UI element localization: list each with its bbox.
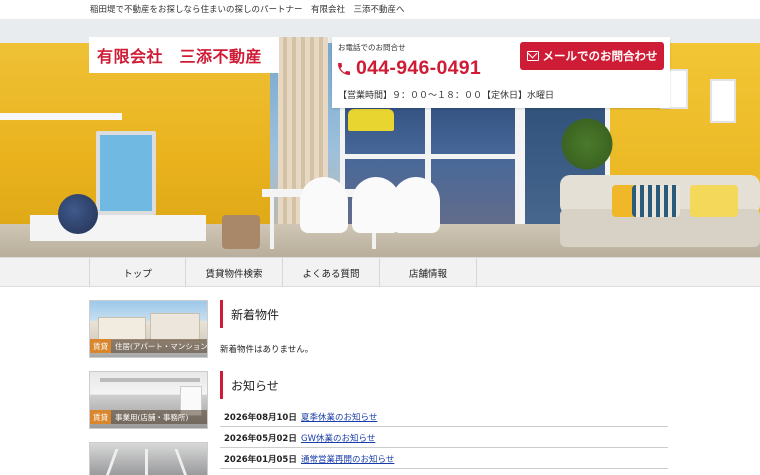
news-date: 2026年08月10日 (224, 413, 297, 423)
nav-item-label: トップ (123, 268, 152, 280)
site-tagline: 稲田堤で不動産をお探しなら住まいの探しのパートナー 有限会社 三添不動産へ (90, 5, 405, 15)
top-bar: 稲田堤で不動産をお探しなら住まいの探しのパートナー 有限会社 三添不動産へ (0, 0, 760, 19)
phone-icon (338, 62, 350, 75)
nav-item-top[interactable]: トップ (89, 258, 186, 287)
banner-tag: 賃貸 (90, 410, 111, 424)
nav-item-faq[interactable]: よくある質問 (283, 258, 380, 287)
news-date: 2026年05月02日 (224, 434, 297, 444)
news-date: 2026年01月05日 (224, 455, 297, 465)
news-heading: お知らせ (220, 371, 279, 399)
new-listings-heading: 新着物件 (220, 300, 279, 328)
site-logo[interactable]: 有限会社 三添不動産 (89, 37, 279, 73)
contact-box: お電話でのお問合せ 044-946-0491 【営業時間】９：００～１８：００【… (332, 37, 670, 108)
news-link[interactable]: GW休業のお知らせ (301, 432, 375, 444)
phone-link[interactable]: 044-946-0491 (336, 57, 481, 80)
banner-residential-rental[interactable]: 賃貸 住居(アパート・マンション・戸建) (89, 300, 208, 358)
nav-item-store-info[interactable]: 店舗情報 (380, 258, 477, 287)
news-row: 2026年08月10日 夏季休業のお知らせ (220, 408, 668, 427)
banner-label: 事業用(店舗・事務所) (115, 412, 189, 422)
nav-item-label: よくある質問 (302, 268, 360, 280)
nav-item-rental-search[interactable]: 賃貸物件検索 (186, 258, 283, 287)
mail-button-label: メールでのお問合わせ (542, 49, 658, 63)
logo-text: 有限会社 三添不動産 (97, 47, 263, 66)
nav-item-label: 店舗情報 (408, 268, 447, 280)
news-row: 2026年05月02日 GW休業のお知らせ (220, 429, 668, 448)
news-row: 2026年01月05日 通常営業再開のお知らせ (220, 450, 668, 469)
news-link[interactable]: 夏季休業のお知らせ (301, 411, 377, 423)
banner-tag: 賃貸 (90, 339, 111, 353)
global-nav: トップ 賃貸物件検索 よくある質問 店舗情報 (0, 257, 760, 287)
mail-contact-button[interactable]: メールでのお問合わせ (520, 42, 664, 70)
new-listings-empty-text: 新着物件はありません。 (220, 345, 314, 355)
nav-item-label: 賃貸物件検索 (205, 268, 263, 280)
contact-label: お電話でのお問合せ (338, 43, 406, 52)
envelope-icon (526, 51, 539, 61)
news-link[interactable]: 通常営業再開のお知らせ (301, 453, 394, 465)
banner-label: 住居(アパート・マンション・戸建) (115, 341, 208, 351)
banner-parking-rental[interactable] (89, 442, 208, 475)
phone-number: 044-946-0491 (356, 57, 482, 79)
banner-commercial-rental[interactable]: 賃貸 事業用(店舗・事務所) (89, 371, 208, 429)
business-hours: 【営業時間】９：００～１８：００【定休日】水曜日 (338, 91, 555, 101)
